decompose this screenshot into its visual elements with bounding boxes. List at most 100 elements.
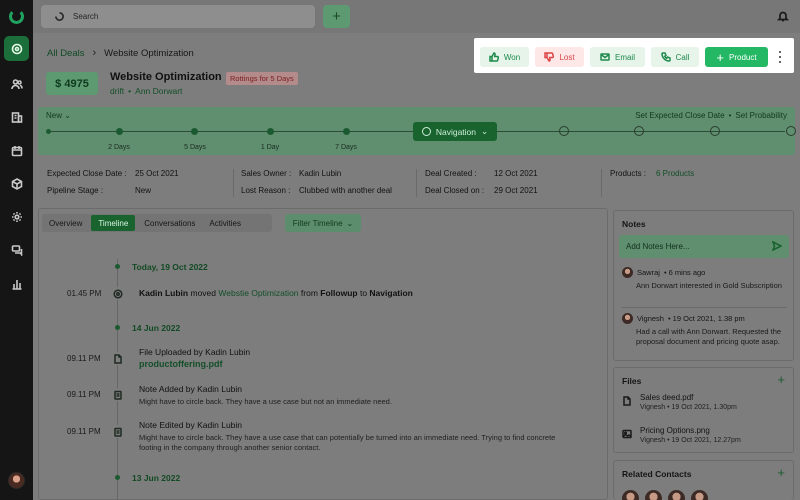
note-header: Sawraj • 6 mins ago [622, 267, 705, 278]
files-card: Files + Sales deed.pdf Vignesh • 19 Oct … [613, 367, 794, 453]
divider [601, 169, 602, 197]
pipeline-dot[interactable] [343, 128, 350, 135]
note-time: • 6 mins ago [663, 268, 706, 277]
lost-button[interactable]: Lost [535, 47, 584, 67]
call-label: Call [675, 52, 690, 62]
set-close-date-link[interactable]: Set Expected Close Date [635, 111, 724, 120]
files-title: Files [622, 376, 642, 386]
notes-input[interactable]: Add Notes Here... [619, 235, 789, 258]
sidebar-item-messages[interactable] [4, 237, 29, 262]
breadcrumb-all-deals[interactable]: All Deals [47, 48, 85, 59]
app-logo [9, 9, 24, 24]
tab-activities[interactable]: Activities [202, 215, 248, 231]
call-button[interactable]: Call [651, 47, 699, 67]
won-button[interactable]: Won [480, 47, 529, 67]
send-icon[interactable] [772, 241, 782, 251]
file-item[interactable]: Pricing Options.png Vignesh • 19 Oct 202… [622, 426, 741, 444]
search-icon [55, 12, 64, 21]
owner-label: Sales Owner : [241, 169, 292, 178]
info-deal-closed: Deal Closed on : 29 Oct 2021 [425, 186, 538, 195]
filter-timeline-dropdown[interactable]: Filter Timeline ⌄ [285, 214, 361, 232]
chevron-down-icon: ⌄ [481, 126, 489, 136]
add-product-button[interactable]: + Product [705, 47, 768, 67]
pipeline-dot[interactable] [267, 128, 274, 135]
user-avatar[interactable] [8, 472, 25, 489]
close-date-label: Expected Close Date : [47, 169, 127, 178]
event-time: 09.11 PM [67, 354, 101, 363]
sidebar-item-products[interactable] [4, 171, 29, 196]
set-probability-link[interactable]: Set Probability [735, 111, 787, 120]
sidebar-item-deals[interactable] [4, 36, 29, 61]
more-options-icon[interactable] [778, 51, 782, 63]
event-to: to [359, 288, 368, 298]
pipeline-dot[interactable] [116, 128, 123, 135]
deal-source: drift [110, 86, 125, 96]
box-icon [11, 177, 22, 190]
notifications-button[interactable] [776, 10, 790, 22]
related-contacts-card: Related Contacts + [613, 460, 794, 500]
pipeline-stage-label: New [46, 111, 63, 120]
add-file-button[interactable]: + [777, 372, 785, 387]
file-name: Sales deed.pdf [640, 393, 694, 402]
products-link[interactable]: 6 Products [656, 169, 694, 178]
note-icon [113, 427, 122, 437]
timeline-date: 14 Jun 2022 [132, 323, 181, 333]
main-content: All Deals › Website Optimization Won Los… [33, 33, 800, 500]
product-label: Product [729, 52, 757, 62]
search-input[interactable]: Search [73, 12, 98, 21]
pipeline-dot[interactable] [191, 128, 198, 135]
deal-actions: Won Lost Email Call + Product [474, 38, 794, 73]
calendar-icon [11, 145, 22, 156]
pipeline-dot-pending[interactable] [634, 126, 644, 136]
event-note: Might have to circle back. They have a u… [139, 433, 556, 452]
email-button[interactable]: Email [590, 47, 645, 67]
file-icon [623, 396, 631, 406]
notes-placeholder: Add Notes Here... [626, 242, 690, 251]
file-item[interactable]: Sales deed.pdf Vignesh • 19 Oct 2021, 1.… [622, 393, 737, 411]
tab-timeline[interactable]: Timeline [91, 215, 136, 231]
separator-dot: • [728, 111, 732, 120]
add-contact-button[interactable]: + [777, 465, 785, 480]
pipeline-dot-pending[interactable] [710, 126, 720, 136]
event-deal-link[interactable]: Webstie Optimization [218, 288, 298, 298]
sidebar-item-reports[interactable] [4, 271, 29, 296]
lost-reason-value: Clubbed with another deal [299, 186, 392, 195]
info-pipeline-stage: Pipeline Stage : New [47, 186, 151, 195]
avatar[interactable] [691, 490, 708, 500]
note-author: Vignesh [637, 314, 664, 323]
sidebar-item-contacts[interactable] [4, 71, 29, 96]
uploaded-file-link[interactable]: productoffering.pdf [139, 359, 222, 369]
target-icon [112, 288, 123, 299]
pipeline-duration: 7 Days [335, 144, 357, 151]
sidebar-item-calendar[interactable] [4, 138, 29, 163]
chevron-down-icon: ⌄ [64, 111, 71, 120]
event-icon [111, 352, 124, 365]
avatar [622, 267, 633, 278]
avatar[interactable] [622, 490, 639, 500]
pipeline-tracker: New ⌄ Set Expected Close Date • Set Prob… [38, 107, 796, 155]
avatar[interactable] [668, 490, 685, 500]
pipeline-dot-pending[interactable] [786, 126, 796, 136]
breadcrumb-current: Website Optimization [104, 47, 194, 59]
products-label: Products : [610, 169, 647, 178]
lost-label: Lost [559, 52, 575, 62]
event-from-stage: Followup [320, 288, 358, 298]
avatar[interactable] [645, 490, 662, 500]
related-contacts-title: Related Contacts [622, 469, 692, 479]
file-meta: Vignesh • 19 Oct 2021, 1.30pm [640, 404, 737, 411]
tab-conversations[interactable]: Conversations [137, 215, 202, 231]
event-icon [111, 425, 124, 438]
thumbs-up-icon [489, 52, 499, 62]
pipeline-dot-pending[interactable] [559, 126, 569, 136]
sidebar-item-settings[interactable] [4, 204, 29, 229]
current-stage-button[interactable]: Navigation ⌄ [413, 122, 497, 141]
search-bar[interactable]: Search [41, 5, 315, 28]
tab-overview[interactable]: Overview [42, 215, 89, 231]
note-body: Ann Dorwart interested in Gold Subscript… [636, 281, 782, 290]
quick-add-button[interactable]: + [323, 5, 350, 28]
deal-contact-link[interactable]: Ann Dorwart [135, 86, 182, 96]
pipeline-stage-value: New [135, 186, 152, 195]
sidebar-item-companies[interactable] [4, 104, 29, 129]
event-text: Note Edited by Kadin Lubin [139, 420, 243, 430]
pipeline-stage-dropdown[interactable]: New ⌄ [46, 111, 71, 120]
